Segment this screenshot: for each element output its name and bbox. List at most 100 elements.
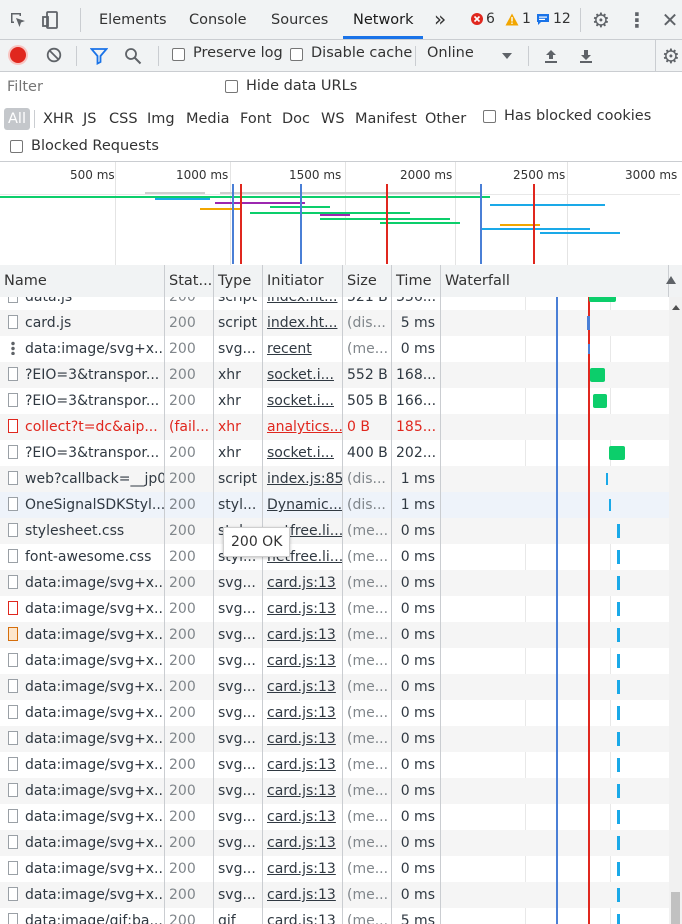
request-initiator[interactable]: card.js:13 bbox=[263, 856, 343, 882]
table-row[interactable]: data:image/svg+x... 200 svg... card.js:13 (m… bbox=[0, 622, 669, 648]
scrollbar-thumb[interactable] bbox=[671, 892, 680, 924]
column-header-size[interactable]: Size bbox=[343, 265, 392, 297]
request-name[interactable]: data:image/svg+x... bbox=[0, 648, 165, 674]
waterfall-bar[interactable] bbox=[617, 654, 620, 668]
request-initiator[interactable]: card.js:13 bbox=[263, 570, 343, 596]
request-initiator[interactable]: index.js:85 bbox=[263, 466, 343, 492]
request-name[interactable]: data:image/svg+x... bbox=[0, 674, 165, 700]
table-row[interactable]: data:image/svg+x... 200 svg... card.js:13 (m… bbox=[0, 752, 669, 778]
settings-gear-icon[interactable]: ⚙ bbox=[590, 8, 612, 32]
table-row[interactable]: data.js 200 script index.ht... 521 B 336... bbox=[0, 297, 669, 310]
column-header-type[interactable]: Type bbox=[214, 265, 263, 297]
table-row[interactable]: data:image/svg+x... 200 svg... card.js:13 (m… bbox=[0, 570, 669, 596]
message-count-badge[interactable]: 12 bbox=[536, 11, 571, 27]
request-initiator[interactable]: card.js:13 bbox=[263, 700, 343, 726]
request-name[interactable]: data:image/gif;ba... bbox=[0, 908, 165, 924]
waterfall-bar[interactable] bbox=[587, 316, 590, 330]
network-settings-gear-icon[interactable]: ⚙ bbox=[660, 44, 682, 68]
column-header-status[interactable]: Stat... bbox=[165, 265, 214, 297]
waterfall-bar[interactable] bbox=[617, 550, 620, 564]
request-name[interactable]: card.js bbox=[0, 310, 165, 336]
waterfall-bar[interactable] bbox=[617, 888, 620, 902]
waterfall-bar[interactable] bbox=[606, 473, 608, 485]
waterfall-bar[interactable] bbox=[617, 524, 620, 538]
warning-count-badge[interactable]: 1 bbox=[505, 11, 531, 27]
table-row[interactable]: data:image/svg+x... 200 svg... card.js:13 (m… bbox=[0, 830, 669, 856]
tab-network[interactable]: Network bbox=[353, 0, 414, 39]
table-row[interactable]: stylesheet.css200styl...netfree.li...(me… bbox=[0, 518, 669, 544]
request-name[interactable]: collect?t=dc&aip... bbox=[0, 414, 165, 440]
scroll-up-arrow-icon[interactable] bbox=[672, 305, 680, 310]
waterfall-bar[interactable] bbox=[617, 628, 620, 642]
waterfall-bar[interactable] bbox=[609, 499, 611, 511]
table-row[interactable]: OneSignalSDKStyl... 200 styl... Dynamic...(… bbox=[0, 492, 669, 518]
waterfall-bar[interactable] bbox=[617, 576, 620, 590]
waterfall-bar[interactable] bbox=[617, 862, 620, 876]
disable-cache-checkbox[interactable] bbox=[290, 48, 303, 61]
more-tabs-button[interactable]: » bbox=[434, 0, 446, 39]
table-row[interactable]: data:image/svg+x... 200 svg... card.js:13 (m… bbox=[0, 804, 669, 830]
request-name[interactable]: OneSignalSDKStyl... bbox=[0, 492, 165, 518]
table-row[interactable]: font-awesome.css 200 styl... netfree.li...(… bbox=[0, 544, 669, 570]
request-name[interactable]: data:image/svg+x... bbox=[0, 622, 165, 648]
column-header-waterfall[interactable]: Waterfall bbox=[441, 265, 669, 297]
waterfall-bar[interactable] bbox=[617, 758, 620, 772]
tab-console[interactable]: Console bbox=[189, 0, 247, 39]
request-name[interactable]: data:image/svg+x... bbox=[0, 830, 165, 856]
request-name[interactable]: data.js bbox=[0, 297, 165, 310]
waterfall-bar[interactable] bbox=[609, 446, 625, 460]
type-filter-img[interactable]: Img bbox=[144, 108, 178, 130]
close-icon[interactable]: ✕ bbox=[660, 8, 680, 32]
waterfall-bar[interactable] bbox=[617, 732, 620, 746]
import-har-upload-icon[interactable] bbox=[541, 46, 561, 66]
request-name[interactable]: data:image/svg+x... bbox=[0, 752, 165, 778]
table-row[interactable]: web?callback=__jp0 200 script index.js:85 (d… bbox=[0, 466, 669, 492]
hide-data-urls-checkbox[interactable] bbox=[225, 80, 238, 93]
waterfall-bar[interactable] bbox=[617, 914, 620, 924]
type-filter-doc[interactable]: Doc bbox=[279, 108, 313, 130]
type-filter-all[interactable]: All bbox=[4, 108, 30, 130]
preserve-log-checkbox[interactable] bbox=[172, 48, 185, 61]
request-name[interactable]: web?callback=__jp0 bbox=[0, 466, 165, 492]
column-header-time[interactable]: Time bbox=[392, 265, 441, 297]
table-row[interactable]: ?EIO=3&transpor... 200 xhr socket.i... 400 B… bbox=[0, 440, 669, 466]
table-row[interactable]: data:image/svg+x... 200 svg... card.js:13 (m… bbox=[0, 778, 669, 804]
network-overview-timeline[interactable]: 500 ms 1000 ms 1500 ms 2000 ms 2500 ms 3… bbox=[0, 162, 682, 266]
vertical-scrollbar[interactable] bbox=[669, 297, 682, 924]
record-button-icon[interactable] bbox=[10, 47, 26, 63]
table-row[interactable]: data:image/svg+x... 200 svg... recent (me...… bbox=[0, 336, 669, 362]
request-initiator[interactable]: card.js:13 bbox=[263, 622, 343, 648]
waterfall-bar[interactable] bbox=[617, 836, 620, 850]
waterfall-bar[interactable] bbox=[617, 706, 620, 720]
table-row[interactable]: data:image/svg+x... 200 svg... card.js:13 (m… bbox=[0, 674, 669, 700]
tab-sources[interactable]: Sources bbox=[271, 0, 328, 39]
request-initiator[interactable]: recent bbox=[263, 336, 343, 362]
type-filter-manifest[interactable]: Manifest bbox=[352, 108, 420, 130]
table-row[interactable]: collect?t=dc&aip... (fail... xhr analytics.… bbox=[0, 414, 669, 440]
type-filter-js[interactable]: JS bbox=[80, 108, 99, 130]
table-row[interactable]: ?EIO=3&transpor... 200 xhr socket.i... 505 B… bbox=[0, 388, 669, 414]
request-initiator[interactable]: card.js:13 bbox=[263, 830, 343, 856]
request-initiator[interactable]: socket.i... bbox=[263, 362, 343, 388]
table-row[interactable]: data:image/svg+x... 200 svg... card.js:13 (m… bbox=[0, 726, 669, 752]
throttling-select[interactable]: Online bbox=[427, 45, 474, 61]
filter-input[interactable] bbox=[4, 76, 206, 98]
waterfall-bar[interactable] bbox=[617, 602, 620, 616]
waterfall-bar[interactable] bbox=[588, 344, 590, 354]
column-header-name[interactable]: Name bbox=[0, 265, 165, 297]
request-name[interactable]: data:image/svg+x... bbox=[0, 700, 165, 726]
request-initiator[interactable]: Dynamic... bbox=[263, 492, 343, 518]
filter-funnel-icon[interactable] bbox=[89, 46, 109, 66]
table-row[interactable]: data:image/svg+x... 200 svg... card.js:13 (m… bbox=[0, 882, 669, 908]
has-blocked-cookies-checkbox[interactable] bbox=[483, 110, 496, 123]
type-filter-font[interactable]: Font bbox=[237, 108, 275, 130]
error-count-badge[interactable]: 6 bbox=[471, 11, 495, 27]
request-initiator[interactable]: card.js:13 bbox=[263, 804, 343, 830]
request-initiator[interactable]: analytics... bbox=[263, 414, 343, 440]
table-row[interactable]: data:image/svg+x... 200 svg... card.js:13 (m… bbox=[0, 700, 669, 726]
waterfall-bar[interactable] bbox=[590, 368, 605, 382]
table-row[interactable]: card.js 200 script index.ht... (dis... 5 ms bbox=[0, 310, 669, 336]
request-initiator[interactable]: card.js:13 bbox=[263, 674, 343, 700]
request-name[interactable]: ?EIO=3&transpor... bbox=[0, 440, 165, 466]
waterfall-bar[interactable] bbox=[589, 297, 616, 302]
